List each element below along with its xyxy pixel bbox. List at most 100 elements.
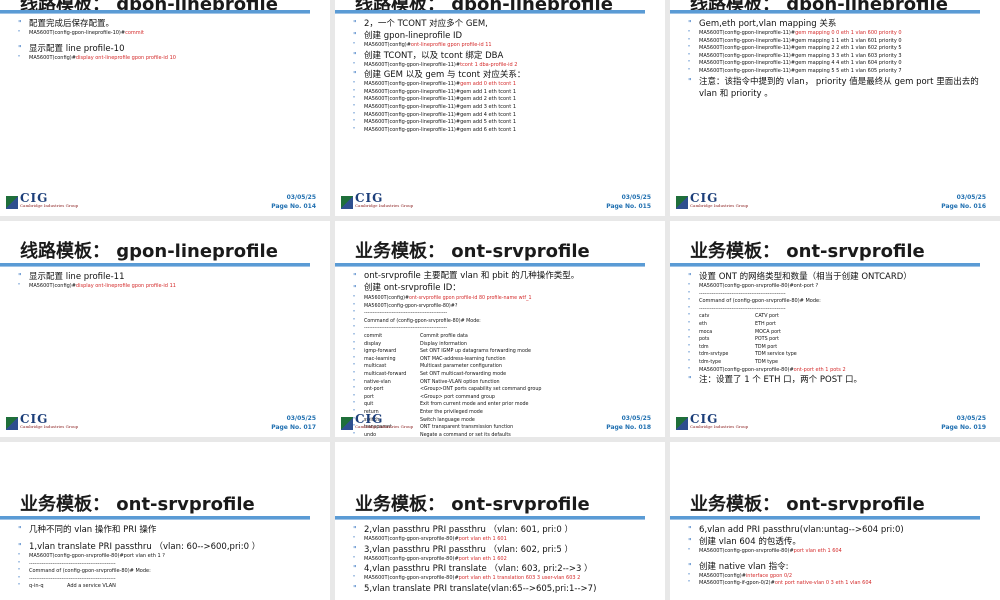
slide-019[interactable]: 业务模板： ont-srvprofile " 设置 ONT 的网络类型和数量（相当… xyxy=(670,221,1000,437)
cli-line: " MA5600T(config-gpon-lineprofile-11)#gem… xyxy=(688,37,902,44)
slide-020[interactable]: 业务模板： ont-srvprofile " 几种不同的 vlan 操作和 PRI… xyxy=(0,442,330,600)
command-row: " pots POTS port xyxy=(688,336,990,344)
bullet-icon: " xyxy=(688,320,691,327)
command-row: " catv CATV port xyxy=(688,313,990,321)
cli-line: " MA5600T(config-gpon-lineprofile-11)#gem… xyxy=(353,111,517,118)
bullet-icon: " xyxy=(688,305,691,312)
command-desc: ONT transparent transmission function xyxy=(420,425,514,431)
text-line: 6,vlan add PRI passthru(vlan:untag-->604… xyxy=(699,525,904,535)
bullet-icon: " xyxy=(18,30,21,36)
command-row: " igmp-forward Set ONT IGMP up datagrams f… xyxy=(353,348,655,356)
slide-title: 业务模板： ont-srvprofile xyxy=(690,494,925,515)
bullet-icon: " xyxy=(353,284,357,293)
command-key: tdm-srvtype xyxy=(699,352,729,358)
command-desc: ONT Native-VLAN option function xyxy=(420,379,500,385)
command-key: commit xyxy=(364,333,383,339)
bullet-icon: " xyxy=(353,119,356,126)
title-underline xyxy=(670,10,980,16)
bullet-icon: " xyxy=(688,358,691,365)
command-desc: ETH port xyxy=(755,321,776,327)
text-line: 4,vlan passthru PRI translate （vlan: 603… xyxy=(364,564,593,575)
slide-footer: 03/05/25 Page No. 018 xyxy=(606,415,651,431)
company-logo: CIG Cambridge Industries Group xyxy=(6,413,78,432)
bullet-icon: " xyxy=(18,560,21,567)
command-row: " display Display information xyxy=(353,341,655,349)
company-logo: CIG Cambridge Industries Group xyxy=(6,192,78,211)
bullet-icon: " xyxy=(353,393,356,400)
text-line: 创建 ont-srvprofile ID： xyxy=(364,283,461,293)
cli-line: Command of (config-gpon-srvprofile-80)# … xyxy=(29,568,151,575)
bullet-icon: " xyxy=(353,325,356,332)
bullet-icon: " xyxy=(688,580,691,587)
bullet-icon: " xyxy=(688,525,692,534)
cli-line: ----------------------------------------… xyxy=(29,575,116,582)
bullet-icon: " xyxy=(18,283,21,289)
command-desc: Exit from current mode and enter prior m… xyxy=(420,402,529,408)
command-key: tdm xyxy=(699,344,709,350)
bullet-icon: " xyxy=(688,561,692,571)
slide-017[interactable]: 线路模板： gpon-lineprofile " 显示配置 line profil… xyxy=(0,221,330,437)
bullet-icon: " xyxy=(688,548,691,554)
slide-021[interactable]: 业务模板： ont-srvprofile " 2,vlan passthru PR… xyxy=(335,442,665,600)
note-text: 注：设置了 1 个 ETH 口，两个 POST 口。 xyxy=(699,375,862,386)
cli-line: " MA5600T(config-gpon-lineprofile-11)#gem… xyxy=(688,60,902,67)
command-key: quit xyxy=(364,402,374,408)
bullet-icon: " xyxy=(353,272,357,281)
cli-line: " MA5600T(config-gpon-lineprofile-11)#gem… xyxy=(353,96,517,103)
bullet-icon: " xyxy=(353,19,357,28)
slide-018[interactable]: 业务模板： ont-srvprofile " ont-srvprofile 主要配… xyxy=(335,221,665,437)
bullet-icon: " xyxy=(688,375,692,385)
cli-line: MA5600T(config-gpon-srvprofile-80)#port … xyxy=(364,555,507,562)
command-desc: CATV port xyxy=(755,314,779,320)
cli-line: ----------------------------------------… xyxy=(699,305,786,312)
command-key: ont-port xyxy=(364,387,384,393)
text-line: ont-srvprofile 主要配置 vlan 和 pbit 的几种操作类型。 xyxy=(364,271,580,281)
bullet-icon: " xyxy=(353,295,356,301)
bullet-icon: " xyxy=(688,298,691,305)
slide-title: 业务模板： ont-srvprofile xyxy=(355,494,590,515)
bullet-icon: " xyxy=(353,544,357,554)
title-underline xyxy=(0,10,310,16)
text-line: 1,vlan translate PRI passthru （vlan: 60-… xyxy=(29,542,261,552)
cli-line: MA5600T(config)#ont-srvprofile gpon prof… xyxy=(364,296,532,301)
bullet-icon: " xyxy=(353,401,356,408)
slide-014[interactable]: 线路模板： gpon-lineprofile " 配置完成后保存配置。 " MA56… xyxy=(0,0,330,216)
bullet-icon: " xyxy=(353,378,356,385)
bullet-icon: " xyxy=(18,43,22,53)
cli-line: " MA5600T(config-gpon-lineprofile-11)#gem… xyxy=(353,88,517,95)
command-key: display xyxy=(364,341,382,347)
bullet-icon: " xyxy=(688,67,691,74)
cli-line: MA5600T(config-if-gpon-0/2)#ont port nat… xyxy=(699,580,872,587)
bullet-icon: " xyxy=(353,61,356,68)
bullet-icon: " xyxy=(353,332,356,339)
command-row: " port <Group> port command group xyxy=(353,394,655,402)
command-key: catv xyxy=(699,314,710,320)
command-row: " ont-port <Group>ONT ports capability set… xyxy=(353,386,655,394)
bullet-icon: " xyxy=(688,336,691,343)
text-line: 显示配置 line profile-10 xyxy=(29,43,125,54)
bullet-icon: " xyxy=(353,88,356,95)
cli-line: MA5600T(config-gpon-lineprofile-10)#comm… xyxy=(29,30,144,36)
bullet-icon: " xyxy=(688,37,691,44)
text-line: 创建 vlan 604 的包透传。 xyxy=(699,537,801,547)
cli-line: " MA5600T(config-gpon-lineprofile-11)#gem… xyxy=(353,126,517,133)
title-underline xyxy=(0,263,310,269)
bullet-icon: " xyxy=(353,50,357,60)
cli-line: MA5600T(config)#ont-lineprofile gpon pro… xyxy=(364,42,492,48)
bullet-icon: " xyxy=(688,283,691,289)
slide-022[interactable]: 业务模板： ont-srvprofile " 6,vlan add PRI pas… xyxy=(670,442,1000,600)
cli-line: " MA5600T(config-gpon-lineprofile-11)#gem… xyxy=(688,67,902,74)
bullet-icon: " xyxy=(688,30,691,36)
bullet-icon: " xyxy=(353,564,357,574)
command-row: " mac-learning ONT MAC-address-learning fu… xyxy=(353,356,655,364)
bullet-icon: " xyxy=(353,431,356,437)
company-logo: CIG Cambridge Industries Group xyxy=(676,192,748,211)
bullet-icon: " xyxy=(688,272,692,281)
text-line: 设置 ONT 的网络类型和数量（相当于创建 ONTCARD） xyxy=(699,272,912,282)
slide-015[interactable]: 线路模板： gpon-lineprofile " 2，一个 TCONT 对应多个 … xyxy=(335,0,665,216)
slide-title: 业务模板： ont-srvprofile xyxy=(20,494,255,515)
slide-016[interactable]: 线路模板： gpon-lineprofile " Gem,eth port,vla… xyxy=(670,0,1000,216)
cli-line: MA5600T(config-gpon-lineprofile-11)#tcon… xyxy=(364,61,518,68)
cli-line: MA5600T(config-gpon-srvprofile-80)#port … xyxy=(29,553,165,559)
bullet-icon: " xyxy=(688,351,691,358)
